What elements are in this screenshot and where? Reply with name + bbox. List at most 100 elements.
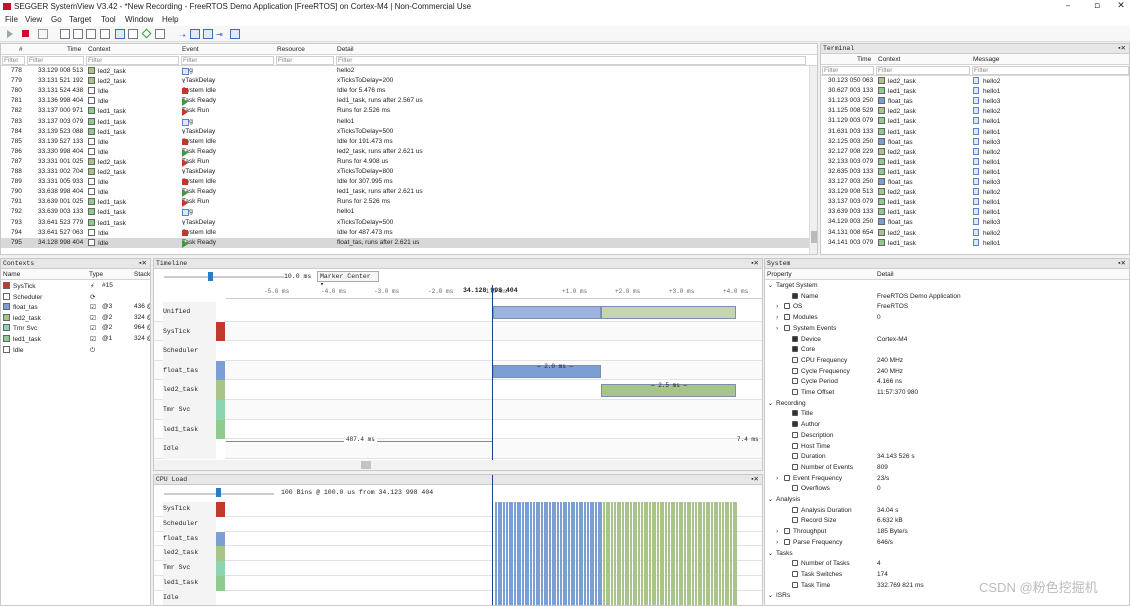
contexts-close-icon[interactable]: ▪✕ [139, 259, 147, 267]
terminal-filter-message[interactable]: Filter [972, 66, 1129, 75]
event-row[interactable]: 781 33.136 998 404 Idle Task Ready led1_task… [1, 96, 809, 107]
marker-icon[interactable] [141, 28, 152, 39]
expand-icon[interactable]: › [776, 303, 778, 310]
system-property-row[interactable]: ⌄ Analysis [765, 495, 1129, 506]
events-view-icon[interactable] [100, 29, 110, 39]
zoom-slider-thumb[interactable] [208, 272, 213, 281]
unified-led2-bar[interactable] [601, 306, 736, 319]
settings-icon[interactable] [155, 29, 165, 39]
terminal-row[interactable]: 33.639 003 133 led1_task hello1 [821, 207, 1129, 217]
terminal-row[interactable]: 32.125 003 250 float_tas hello3 [821, 137, 1129, 147]
event-row[interactable]: 789 33.331 005 933 Idle System Idle Idle for… [1, 177, 809, 187]
terminal-row[interactable]: 33.127 003 250 float_tas hello3 [821, 177, 1129, 187]
system-property-row[interactable]: ⌄ Tasks [765, 549, 1129, 560]
system-property-row[interactable]: Description [765, 431, 1129, 442]
system-property-row[interactable]: › Parse Frequency 646/s [765, 538, 1129, 549]
system-property-row[interactable]: Device Cortex-M4 [765, 335, 1129, 346]
expand-icon[interactable]: › [776, 528, 778, 535]
minimize-button[interactable]: – [1062, 1, 1074, 12]
clear-icon[interactable] [38, 29, 48, 39]
zoom-fit-icon[interactable] [230, 29, 240, 39]
zoom-slider[interactable] [164, 276, 284, 278]
terminal-row[interactable]: 32.127 008 229 led2_task hello2 [821, 147, 1129, 157]
event-row[interactable]: 782 33.137 000 971 led1_task Task Run Runs f… [1, 106, 809, 117]
menu-window[interactable]: Window [125, 15, 153, 24]
expand-icon[interactable]: › [776, 314, 778, 321]
menu-help[interactable]: Help [162, 15, 178, 24]
timeline-row[interactable]: float_tas [154, 360, 762, 381]
terminal-filter-time[interactable]: Filter [822, 66, 874, 75]
context-row[interactable]: Tmr Svc ☑ @2 964 @ [1, 323, 150, 333]
expand-icon[interactable]: › [776, 475, 778, 482]
event-row[interactable]: 785 33.139 527 133 Idle System Idle Idle for… [1, 137, 809, 147]
event-row[interactable]: 793 33.641 523 779 led1_task ↓ vTaskDelay xTi… [1, 218, 809, 228]
event-row[interactable]: 791 33.639 001 025 led1_task Task Run Runs f… [1, 197, 809, 208]
terminal-row[interactable]: 34.129 003 250 float_tas hello3 [821, 217, 1129, 227]
terminal-row[interactable]: 31.123 003 250 float_tas hello3 [821, 96, 1129, 106]
events-scrollbar[interactable] [809, 66, 817, 254]
system-property-row[interactable]: Title [765, 409, 1129, 420]
bins-slider-thumb[interactable] [216, 488, 221, 497]
terminal-row[interactable]: 33.129 008 513 led2_task hello2 [821, 187, 1129, 197]
timeline-h-scroll-thumb[interactable] [361, 461, 371, 469]
context-row[interactable]: float_tas ☑ @3 436 @ [1, 302, 150, 312]
timeline-cursor[interactable] [492, 285, 493, 460]
terminal-row[interactable]: 32.133 003 079 led1_task hello1 [821, 157, 1129, 167]
system-property-row[interactable]: Analysis Duration 34.04 s [765, 506, 1129, 517]
close-button[interactable]: ✕ [1115, 1, 1127, 12]
system-col-detail[interactable]: Detail [877, 271, 894, 278]
event-row[interactable]: 784 33.139 523 088 led1_task ↓ vTaskDelay xTi… [1, 127, 809, 137]
contexts-col-name[interactable]: Name [3, 271, 20, 278]
filter-detail-input[interactable]: Filter [336, 56, 806, 65]
event-row[interactable]: 780 33.131 524 438 Idle System Idle Idle for… [1, 86, 809, 96]
terminal-col-context[interactable]: Context [878, 56, 900, 63]
terminal-row[interactable]: 34.141 003 079 led1_task hello1 [821, 238, 1129, 248]
system-property-row[interactable]: Name FreeRTOS Demo Application [765, 292, 1129, 303]
system-property-row[interactable]: Overflows 0 [765, 484, 1129, 495]
marker-mode-select[interactable]: Marker Center ▾ [317, 271, 379, 288]
col-event[interactable]: Event [182, 46, 199, 53]
system-property-row[interactable]: › Throughput 185 Byte/s [765, 527, 1129, 538]
goto-marker-icon[interactable]: ➝ [179, 31, 186, 40]
terminal-row[interactable]: 31.631 003 133 led1_task hello1 [821, 127, 1129, 137]
system-property-row[interactable]: Cycle Period 4.166 ns [765, 377, 1129, 388]
maximize-button[interactable]: ▫ [1091, 1, 1103, 12]
collapse-icon[interactable]: ⌄ [768, 550, 773, 557]
system-property-row[interactable]: Host Time [765, 442, 1129, 453]
system-property-row[interactable]: Time Offset 11:57:370 980 [765, 388, 1129, 399]
save-file-icon[interactable] [73, 29, 83, 39]
terminal-row[interactable]: 33.137 003 079 led1_task hello1 [821, 197, 1129, 207]
terminal-row[interactable]: 30.123 050 063 led2_task hello2 [821, 76, 1129, 86]
filter-num-input[interactable]: Filter [2, 56, 25, 65]
terminal-row[interactable]: 32.635 003 133 led1_task hello1 [821, 167, 1129, 177]
terminal-col-time[interactable]: Time [857, 56, 871, 63]
col-detail[interactable]: Detail [337, 46, 354, 53]
menu-target[interactable]: Target [69, 15, 91, 24]
event-row[interactable]: 786 33.330 998 404 Idle Task Ready led2_task… [1, 147, 809, 157]
event-row[interactable]: 783 33.137 003 079 led1_task Log hello1 [1, 117, 809, 127]
collapse-icon[interactable]: ⌄ [768, 282, 773, 289]
system-property-row[interactable]: Number of Tasks 4 [765, 559, 1129, 570]
start-recording-icon[interactable] [7, 30, 13, 38]
terminal-row[interactable]: 34.131 008 654 led2_task hello2 [821, 228, 1129, 238]
event-row[interactable]: 792 33.639 003 133 led1_task Log hello1 [1, 207, 809, 217]
system-property-row[interactable]: ⌄ Target System [765, 281, 1129, 292]
context-row[interactable]: led2_task ☑ @2 324 @ [1, 313, 150, 323]
filter-time-input[interactable]: Filter [27, 56, 84, 65]
menu-file[interactable]: File [5, 15, 18, 24]
event-row[interactable]: 779 33.131 521 192 led2_task ↓ vTaskDelay xTi… [1, 76, 809, 86]
system-property-row[interactable]: › Event Frequency 23/s [765, 474, 1129, 485]
zoom-out-icon[interactable] [203, 29, 213, 39]
terminal-filter-context[interactable]: Filter [876, 66, 970, 75]
cpu-load-cursor[interactable] [492, 475, 493, 605]
event-row[interactable]: 794 33.641 527 063 Idle System Idle Idle for… [1, 228, 809, 238]
system-property-row[interactable]: › System Events [765, 324, 1129, 335]
context-row[interactable]: led1_task ☑ @1 324 @ [1, 334, 150, 344]
system-property-row[interactable]: Author [765, 420, 1129, 431]
filter-context-input[interactable]: Filter [86, 56, 179, 65]
contexts-col-type[interactable]: Type [89, 271, 103, 278]
timeline-row[interactable]: led1_task [154, 419, 762, 440]
terminal-row[interactable]: 30.627 003 133 led1_task hello1 [821, 86, 1129, 96]
context-row[interactable]: Scheduler ⟳ [1, 292, 150, 302]
system-property-row[interactable]: Core [765, 345, 1129, 356]
